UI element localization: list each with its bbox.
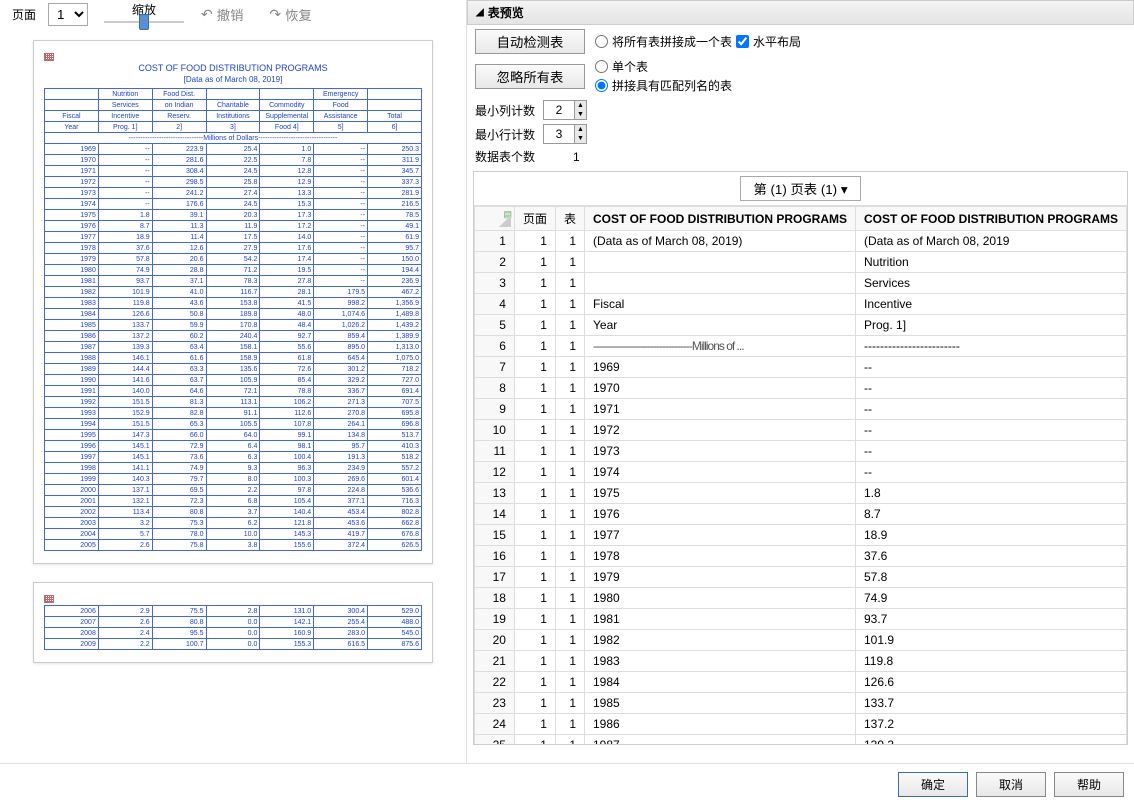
table-count-value: 1 [573, 150, 580, 164]
min-rows-down[interactable]: ▼ [574, 134, 586, 143]
match-columns-radio[interactable] [595, 79, 608, 92]
min-cols-up[interactable]: ▲ [574, 101, 586, 110]
merge-all-radio[interactable] [595, 35, 608, 48]
ok-button[interactable]: 确定 [898, 772, 968, 797]
min-cols-spinner[interactable]: ▲▼ [543, 100, 587, 120]
dialog-footer: 确定 取消 帮助 [0, 763, 1134, 805]
min-rows-input[interactable] [544, 125, 574, 143]
page-indicator-bar: 第 (1) 页表 (1) ▾ [474, 172, 1127, 206]
left-toolbar: 页面 1 缩放 ↶撤销 ↷恢复 [0, 0, 466, 28]
page-label: 页面 [8, 4, 40, 25]
doc-table-2: 20062.975.52.8131.0300.4529.020072.680.8… [44, 605, 422, 650]
undo-button[interactable]: ↶撤销 [192, 2, 252, 27]
ignore-all-button[interactable]: 忽略所有表 [475, 64, 585, 89]
table-preview-header: ◢ 表预览 [467, 0, 1134, 25]
right-horizontal-scrollbar[interactable] [473, 747, 1128, 763]
help-button[interactable]: 帮助 [1054, 772, 1124, 797]
table-count-row: 数据表个数 1 [467, 146, 1134, 167]
horizontal-checkbox[interactable] [736, 35, 749, 48]
single-table-radio[interactable] [595, 60, 608, 73]
page-select[interactable]: 1 [48, 3, 88, 26]
document-page-2: 20062.975.52.8131.0300.4529.020072.680.8… [33, 582, 433, 663]
undo-icon: ↶ [201, 6, 213, 23]
zoom-thumb[interactable] [139, 14, 149, 30]
document-page-1: COST OF FOOD DISTRIBUTION PROGRAMS [Data… [33, 40, 433, 564]
auto-detect-button[interactable]: 自动检测表 [475, 29, 585, 54]
mode-radio-group: 单个表 拼接具有匹配列名的表 [595, 58, 732, 94]
page-corner-icon [44, 595, 54, 603]
min-cols-row: 最小列计数 ▲▼ [467, 98, 1134, 122]
doc-table: NutritionFood Dist.EmergencyServiceson I… [44, 88, 422, 551]
page-corner-icon [44, 53, 54, 61]
data-table-scroll[interactable]: ▤页面表COST OF FOOD DISTRIBUTION PROGRAMSCO… [474, 206, 1127, 745]
zoom-slider[interactable] [104, 16, 184, 28]
doc-title: COST OF FOOD DISTRIBUTION PROGRAMS [44, 63, 422, 73]
right-panel: ◢ 表预览 自动检测表 将所有表拼接成一个表 水平布局 忽略所有表 单个表 拼接… [467, 0, 1134, 763]
min-rows-up[interactable]: ▲ [574, 125, 586, 134]
min-cols-down[interactable]: ▼ [574, 110, 586, 119]
left-horizontal-scrollbar[interactable] [0, 747, 466, 763]
document-preview-area[interactable]: COST OF FOOD DISTRIBUTION PROGRAMS [Data… [0, 28, 466, 747]
doc-subtitle: [Data as of March 08, 2019] [44, 75, 422, 84]
min-rows-row: 最小行计数 ▲▼ [467, 122, 1134, 146]
chevron-down-icon: ▾ [841, 182, 848, 197]
page-indicator-button[interactable]: 第 (1) 页表 (1) ▾ [740, 176, 860, 201]
redo-button[interactable]: ↷恢复 [260, 2, 320, 27]
min-cols-input[interactable] [544, 101, 574, 119]
cancel-button[interactable]: 取消 [976, 772, 1046, 797]
zoom-control: 缩放 [104, 1, 184, 28]
data-table: ▤页面表COST OF FOOD DISTRIBUTION PROGRAMSCO… [474, 206, 1127, 745]
data-preview-wrap: 第 (1) 页表 (1) ▾ ▤页面表COST OF FOOD DISTRIBU… [473, 171, 1128, 745]
collapse-icon[interactable]: ◢ [476, 7, 484, 18]
left-panel: 页面 1 缩放 ↶撤销 ↷恢复 COST OF FOOD DISTRIBUTIO… [0, 0, 467, 763]
merge-option-row: 将所有表拼接成一个表 水平布局 [595, 33, 801, 50]
min-rows-spinner[interactable]: ▲▼ [543, 124, 587, 144]
options-row-2: 忽略所有表 单个表 拼接具有匹配列名的表 [467, 54, 1134, 98]
redo-icon: ↷ [269, 6, 281, 23]
